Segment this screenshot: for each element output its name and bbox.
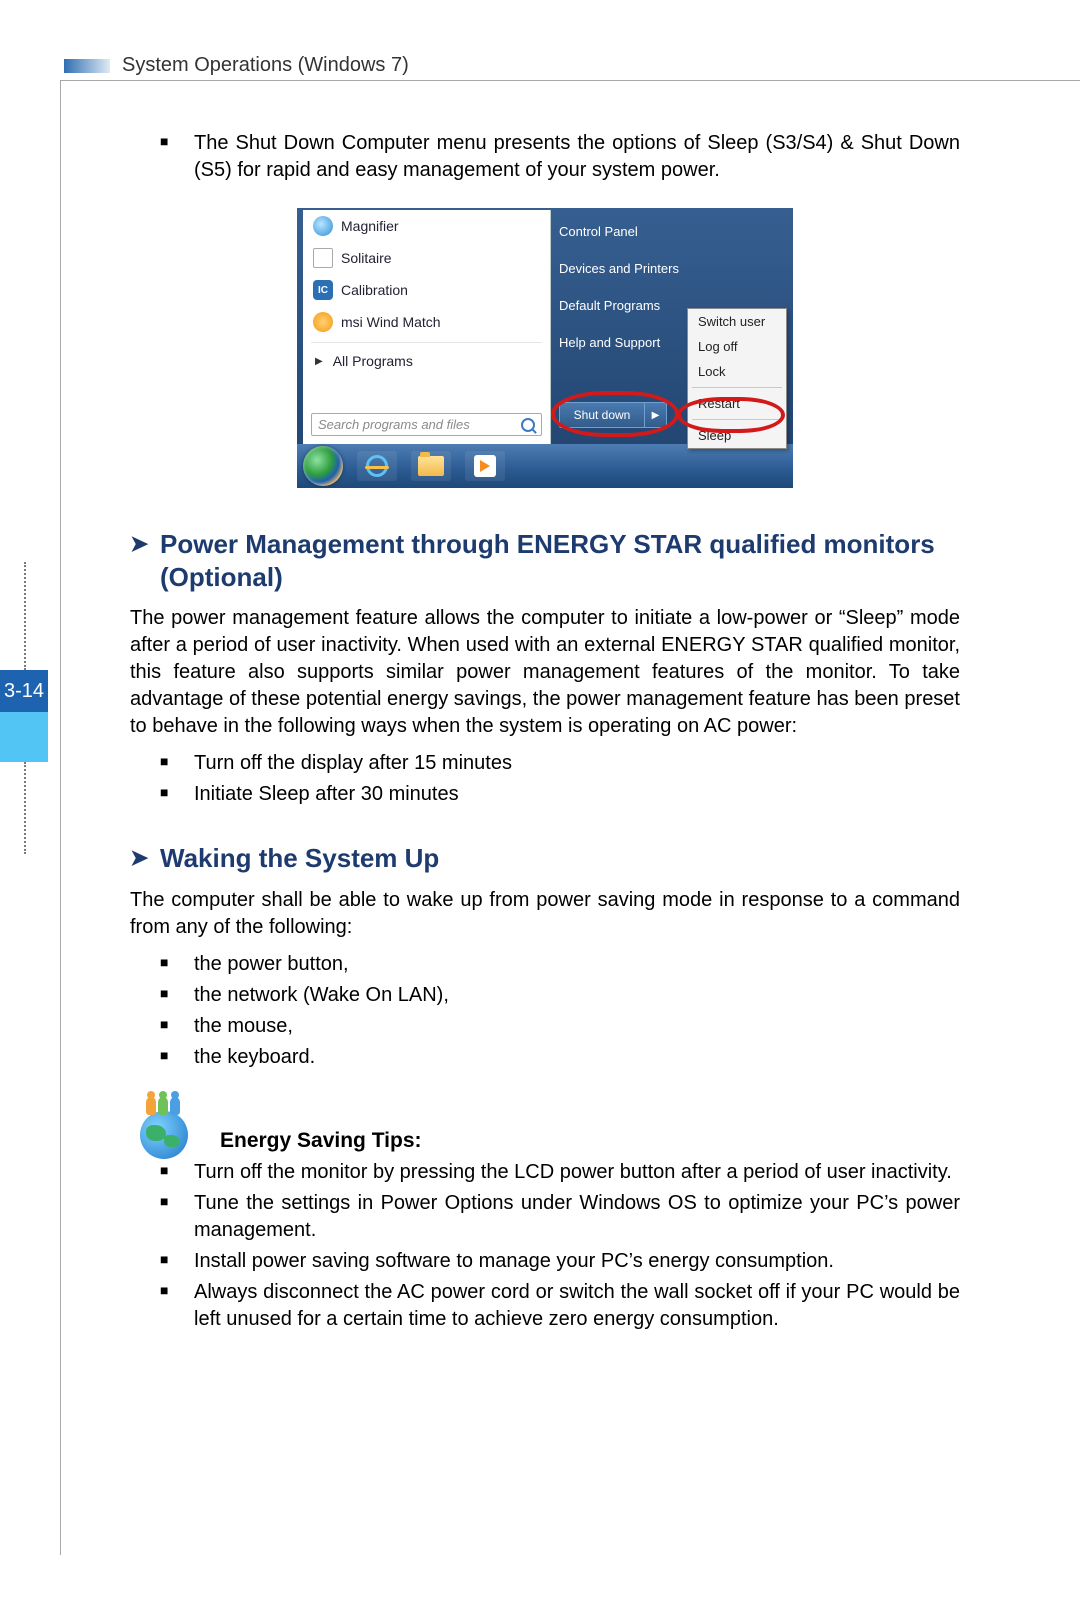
power-options-menu: Switch user Log off Lock Restart Sleep bbox=[687, 308, 787, 449]
frame-left-line bbox=[60, 80, 61, 1555]
shutdown-label: Shut down bbox=[574, 408, 631, 422]
energy-saving-title: Energy Saving Tips: bbox=[220, 1129, 422, 1153]
heading-power-management: Power Management through ENERGY STAR qua… bbox=[130, 528, 960, 593]
energy-saving-block: Energy Saving Tips: Turn off the monitor… bbox=[130, 1101, 960, 1333]
program-calibration[interactable]: IC Calibration bbox=[303, 274, 550, 306]
calibration-icon: IC bbox=[313, 280, 333, 300]
shutdown-arrow-button[interactable]: ▶ bbox=[645, 402, 667, 428]
header-title: System Operations (Windows 7) bbox=[122, 54, 409, 77]
list-item: the mouse, bbox=[160, 1013, 960, 1040]
menu-lock[interactable]: Lock bbox=[688, 359, 786, 384]
program-label: Magnifier bbox=[341, 218, 399, 234]
program-msi-wind-match[interactable]: msi Wind Match bbox=[303, 306, 550, 338]
play-icon bbox=[474, 455, 496, 477]
para-power-management: The power management feature allows the … bbox=[130, 605, 960, 740]
list-item: the power button, bbox=[160, 951, 960, 978]
header-gradient bbox=[64, 59, 110, 73]
link-control-panel[interactable]: Control Panel bbox=[557, 220, 693, 243]
shutdown-button[interactable]: Shut down bbox=[559, 402, 645, 428]
search-icon bbox=[521, 418, 535, 432]
program-magnifier[interactable]: Magnifier bbox=[303, 210, 550, 242]
all-programs-label: All Programs bbox=[333, 353, 413, 369]
page-header: System Operations (Windows 7) bbox=[64, 54, 409, 77]
frame-top-line bbox=[60, 80, 1080, 81]
taskbar bbox=[297, 444, 793, 488]
program-label: msi Wind Match bbox=[341, 314, 441, 330]
menu-separator bbox=[692, 387, 782, 388]
program-solitaire[interactable]: Solitaire bbox=[303, 242, 550, 274]
list-item: the keyboard. bbox=[160, 1044, 960, 1071]
menu-sleep[interactable]: Sleep bbox=[688, 423, 786, 448]
magnifier-icon bbox=[313, 216, 333, 236]
list-waking-system: the power button, the network (Wake On L… bbox=[130, 951, 960, 1071]
menu-restart[interactable]: Restart bbox=[688, 391, 786, 416]
page-number-tab-accent bbox=[0, 712, 48, 762]
folder-icon bbox=[418, 456, 444, 476]
margin-dotted-top bbox=[24, 562, 26, 670]
link-devices-printers[interactable]: Devices and Printers bbox=[557, 257, 693, 280]
list-item: Turn off the display after 15 minutes bbox=[160, 750, 960, 777]
heading-waking-system: Waking the System Up bbox=[130, 842, 960, 875]
intro-bullet: The Shut Down Computer menu presents the… bbox=[160, 130, 960, 184]
search-input[interactable]: Search programs and files bbox=[311, 413, 542, 436]
msi-icon bbox=[313, 312, 333, 332]
list-item: Always disconnect the AC power cord or s… bbox=[160, 1279, 960, 1333]
link-default-programs[interactable]: Default Programs bbox=[557, 294, 693, 317]
menu-switch-user[interactable]: Switch user bbox=[688, 309, 786, 334]
list-item: Initiate Sleep after 30 minutes bbox=[160, 781, 960, 808]
separator bbox=[311, 342, 542, 343]
menu-separator bbox=[692, 419, 782, 420]
intro-bullet-list: The Shut Down Computer menu presents the… bbox=[130, 130, 960, 184]
taskbar-explorer[interactable] bbox=[411, 451, 451, 481]
program-label: Solitaire bbox=[341, 250, 392, 266]
energy-globe-icon bbox=[136, 1101, 200, 1159]
all-programs-link[interactable]: All Programs bbox=[303, 347, 550, 375]
page-number-tab: 3-14 bbox=[0, 670, 48, 712]
search-placeholder: Search programs and files bbox=[318, 417, 470, 432]
program-label: Calibration bbox=[341, 282, 408, 298]
list-item: Tune the settings in Power Options under… bbox=[160, 1190, 960, 1244]
start-menu-left-pane: Magnifier Solitaire IC Calibration msi Wi… bbox=[303, 210, 551, 444]
start-menu-right-pane: Control Panel Devices and Printers Defau… bbox=[557, 220, 693, 354]
taskbar-ie[interactable] bbox=[357, 451, 397, 481]
list-item: the network (Wake On LAN), bbox=[160, 982, 960, 1009]
solitaire-icon bbox=[313, 248, 333, 268]
margin-dotted-bottom bbox=[24, 762, 26, 854]
list-energy-tips: Turn off the monitor by pressing the LCD… bbox=[130, 1159, 960, 1333]
menu-log-off[interactable]: Log off bbox=[688, 334, 786, 359]
start-orb-icon[interactable] bbox=[303, 446, 343, 486]
start-menu-screenshot: Magnifier Solitaire IC Calibration msi Wi… bbox=[297, 208, 793, 488]
list-power-management: Turn off the display after 15 minutes In… bbox=[130, 750, 960, 808]
ie-icon bbox=[366, 455, 388, 477]
shutdown-split-button[interactable]: Shut down ▶ bbox=[559, 402, 667, 428]
taskbar-media-player[interactable] bbox=[465, 451, 505, 481]
list-item: Install power saving software to manage … bbox=[160, 1248, 960, 1275]
list-item: Turn off the monitor by pressing the LCD… bbox=[160, 1159, 960, 1186]
page-number: 3-14 bbox=[4, 680, 44, 703]
para-waking-system: The computer shall be able to wake up fr… bbox=[130, 887, 960, 941]
link-help-support[interactable]: Help and Support bbox=[557, 331, 693, 354]
